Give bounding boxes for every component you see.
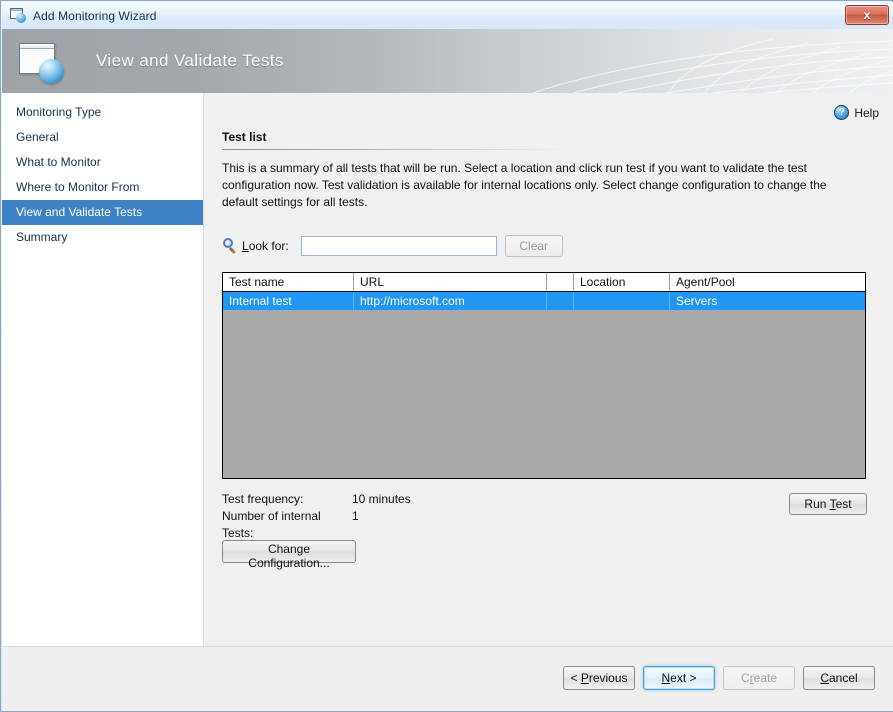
change-configuration-button[interactable]: Change Configuration... <box>222 540 356 563</box>
previous-accel: P <box>581 671 589 685</box>
previous-button[interactable]: < Previous <box>563 666 635 690</box>
clear-button[interactable]: Clear <box>505 235 563 257</box>
help-link[interactable]: ? Help <box>834 105 879 120</box>
test-summary-info: Test frequency: 10 minutes Number of int… <box>222 491 411 542</box>
next-accel: N <box>661 671 670 685</box>
sidebar-item-summary[interactable]: Summary <box>2 225 203 250</box>
banner-mesh-graphic <box>473 29 893 93</box>
page-description: This is a summary of all tests that will… <box>222 160 847 211</box>
column-header-blank[interactable] <box>547 273 574 291</box>
sidebar-item-view-and-validate-tests[interactable]: View and Validate Tests <box>2 200 203 225</box>
next-button[interactable]: Next > <box>643 666 715 690</box>
internal-tests-count-value: 1 <box>352 508 411 542</box>
close-button[interactable]: x <box>845 5 889 25</box>
cell-agent-pool: Servers <box>670 292 865 310</box>
run-test-button[interactable]: Run Test <box>789 493 867 515</box>
cancel-button[interactable]: Cancel <box>803 666 875 690</box>
test-list-header: Test name URL Location Agent/Pool <box>223 273 865 292</box>
close-icon: x <box>864 8 871 22</box>
search-label: Look for: <box>242 239 289 253</box>
cell-location <box>574 292 670 310</box>
wizard-footer: < Previous Next > Create Cancel <box>2 646 893 711</box>
footer-button-group: < Previous Next > Create Cancel <box>563 666 875 690</box>
sidebar-item-what-to-monitor[interactable]: What to Monitor <box>2 150 203 175</box>
table-row[interactable]: Internal test http://microsoft.com Serve… <box>223 292 865 310</box>
next-suffix: ext > <box>670 671 696 685</box>
create-suffix: eate <box>754 671 777 685</box>
cancel-suffix: ancel <box>829 671 858 685</box>
run-test-suffix: est <box>836 497 852 511</box>
cell-test-name: Internal test <box>223 292 354 310</box>
window-icon <box>10 8 27 23</box>
sidebar-item-monitoring-type[interactable]: Monitoring Type <box>2 100 203 125</box>
sidebar-item-general[interactable]: General <box>2 125 203 150</box>
column-header-url[interactable]: URL <box>354 273 547 291</box>
previous-suffix: revious <box>589 671 628 685</box>
internal-tests-count-label: Number of internal Tests: <box>222 508 352 542</box>
test-frequency-value: 10 minutes <box>352 491 411 508</box>
previous-prefix: < <box>570 671 580 685</box>
column-header-test-name[interactable]: Test name <box>223 273 354 291</box>
search-row: Look for: Clear <box>222 235 563 257</box>
cancel-accel: C <box>820 671 829 685</box>
banner-title: View and Validate Tests <box>96 51 284 71</box>
help-label: Help <box>854 106 879 120</box>
page-title: Test list <box>222 130 266 144</box>
column-header-agent-pool[interactable]: Agent/Pool <box>670 273 865 291</box>
main-content-panel: ? Help Test list This is a summary of al… <box>204 93 893 646</box>
search-input[interactable] <box>301 236 497 256</box>
sidebar-item-where-to-monitor-from[interactable]: Where to Monitor From <box>2 175 203 200</box>
wizard-banner: View and Validate Tests <box>2 29 893 93</box>
test-list[interactable]: Test name URL Location Agent/Pool Intern… <box>222 272 866 479</box>
test-frequency-label: Test frequency: <box>222 491 352 508</box>
column-header-location[interactable]: Location <box>574 273 670 291</box>
change-config-prefix: Chan <box>268 542 297 556</box>
search-label-text: ook for: <box>249 239 289 253</box>
cell-url: http://microsoft.com <box>354 292 547 310</box>
run-test-prefix: Run <box>804 497 829 511</box>
search-magnifier-icon <box>222 238 238 254</box>
wizard-step-sidebar: Monitoring Type General What to Monitor … <box>2 93 204 646</box>
help-question-icon: ? <box>834 105 849 120</box>
section-divider <box>222 149 567 150</box>
title-bar: Add Monitoring Wizard x <box>2 2 893 29</box>
wizard-window: Add Monitoring Wizard x <box>0 0 893 712</box>
create-prefix: C <box>741 671 750 685</box>
cell-blank <box>547 292 574 310</box>
create-button[interactable]: Create <box>723 666 795 690</box>
banner-icon <box>19 43 65 83</box>
window-title: Add Monitoring Wizard <box>33 9 156 23</box>
search-label-accel: L <box>242 239 249 253</box>
